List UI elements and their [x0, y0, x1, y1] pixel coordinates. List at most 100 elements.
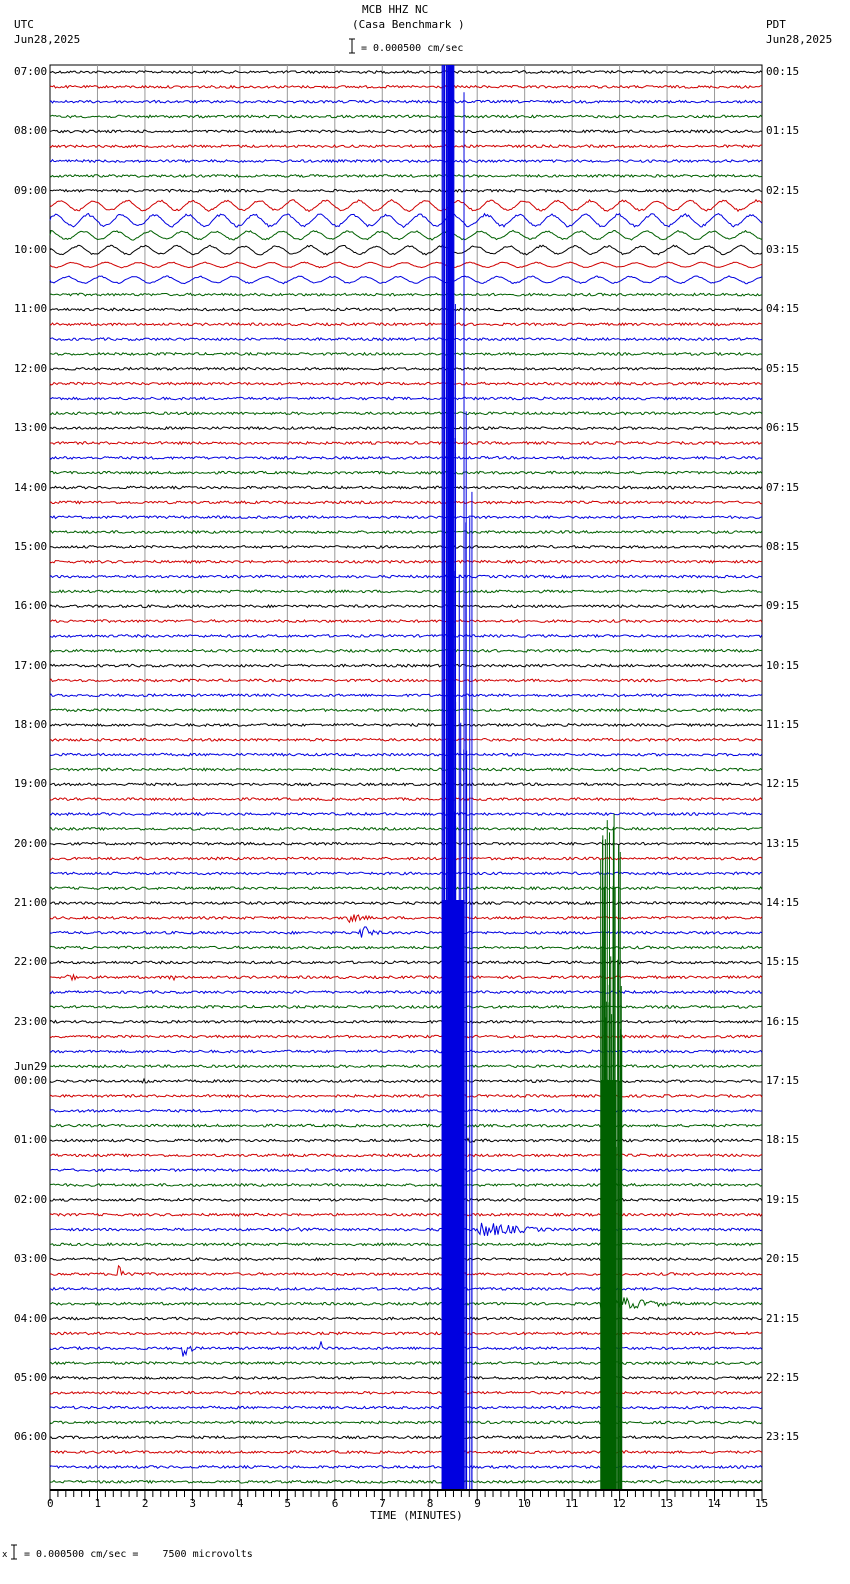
scale-bar-icon	[349, 38, 355, 54]
pdt-hour-label: 17:15	[766, 1074, 800, 1088]
trace-line	[49, 1286, 763, 1292]
x-tick-label: 15	[755, 1497, 769, 1510]
trace-line	[49, 1034, 763, 1039]
trace-line	[49, 198, 763, 213]
trace-line	[49, 663, 763, 668]
trace-line	[49, 960, 762, 965]
pdt-hour-label: 18:15	[766, 1133, 800, 1147]
utc-hour-label: 13:00	[14, 421, 48, 435]
trace-line	[49, 1123, 763, 1128]
trace-line	[49, 782, 763, 787]
x-tick-label: 9	[474, 1497, 481, 1510]
trace-line	[49, 158, 763, 164]
trace-line	[49, 1375, 763, 1381]
trace-line	[49, 973, 763, 982]
x-tick-label: 0	[47, 1497, 54, 1510]
pdt-hour-label: 12:15	[766, 777, 800, 791]
trace-line	[49, 1182, 763, 1188]
trace-line	[49, 470, 763, 475]
trace-line	[49, 871, 763, 876]
trace-line	[49, 173, 763, 179]
trace-line	[49, 914, 763, 924]
trace-line	[49, 529, 763, 535]
trace-line	[49, 1435, 763, 1440]
utc-hour-label: 00:00	[14, 1074, 48, 1088]
utc-hour-label: 06:00	[14, 1430, 48, 1444]
trace-line	[49, 618, 763, 624]
trace-line	[49, 1137, 763, 1145]
pdt-hour-label: 21:15	[766, 1311, 800, 1325]
trace-line	[49, 1019, 763, 1025]
date-change-label: Jun29	[14, 1060, 48, 1074]
utc-hour-label: 03:00	[14, 1252, 48, 1266]
utc-hour-label: 11:00	[14, 302, 48, 316]
trace-line	[49, 1360, 763, 1366]
trace-line	[49, 1405, 763, 1410]
utc-hour-label: 18:00	[14, 717, 48, 731]
helicorder: MCB HHZ NC (Casa Benchmark ) = 0.000500 …	[0, 0, 850, 1584]
trace-line	[49, 1420, 763, 1425]
trace-line	[49, 1108, 763, 1113]
trace-line	[49, 589, 763, 594]
trace-line	[49, 515, 763, 520]
pdt-hour-label: 19:15	[766, 1192, 800, 1206]
pdt-hour-label: 11:15	[766, 717, 800, 731]
quake-waveform-body	[600, 1080, 617, 1490]
trace-line	[49, 351, 763, 356]
utc-hour-label: 04:00	[14, 1311, 48, 1325]
trace-line	[49, 244, 763, 256]
x-tick-label: 7	[379, 1497, 386, 1510]
utc-hour-label: 12:00	[14, 361, 48, 375]
trace-line	[49, 500, 762, 505]
trace-line	[49, 1257, 763, 1262]
trace-line	[49, 544, 763, 549]
pdt-hour-label: 03:15	[766, 243, 800, 257]
x-tick-label: 14	[707, 1497, 721, 1510]
trace-line	[49, 69, 763, 75]
trace-line	[49, 84, 763, 89]
trace-line	[49, 633, 763, 639]
pdt-hour-label: 07:15	[766, 480, 800, 494]
utc-hour-label: 02:00	[14, 1192, 48, 1206]
x-tick-label: 6	[331, 1497, 339, 1510]
trace-line	[49, 648, 763, 653]
pdt-hour-label: 00:15	[766, 65, 800, 78]
utc-hour-label: 20:00	[14, 836, 48, 850]
pdt-hour-label: 23:15	[766, 1430, 800, 1444]
trace-line	[49, 767, 763, 772]
trace-line	[49, 559, 763, 564]
trace-line	[49, 129, 763, 134]
pdt-hour-label: 06:15	[766, 421, 800, 435]
x-tick-label: 3	[189, 1497, 197, 1510]
trace-line	[49, 455, 763, 461]
trace-line	[49, 1222, 763, 1236]
trace-line	[50, 440, 763, 446]
trace-line	[49, 485, 763, 490]
trace-line	[49, 737, 763, 742]
trace-line	[49, 1316, 763, 1321]
utc-hour-label: 14:00	[14, 480, 48, 494]
trace-line	[49, 1168, 763, 1173]
x-tick-label: 4	[236, 1497, 244, 1510]
x-tick-label: 11	[565, 1497, 579, 1510]
trace-line	[49, 1212, 763, 1217]
trace-line	[49, 229, 763, 241]
seismogram-plot	[11, 38, 763, 1560]
trace-line	[49, 797, 763, 802]
trace-line	[49, 188, 763, 193]
trace-line	[49, 945, 763, 950]
x-tick-label: 13	[660, 1497, 674, 1510]
trace-line	[49, 366, 763, 372]
x-tick-label: 5	[284, 1497, 291, 1510]
trace-line	[49, 292, 763, 297]
trace-line	[49, 722, 763, 728]
footer-scale-bar-icon	[11, 1544, 17, 1560]
trace-line	[49, 1341, 763, 1357]
trace-line	[49, 1153, 763, 1158]
pdt-hour-label: 20:15	[766, 1252, 800, 1266]
utc-hour-label: 08:00	[14, 124, 48, 138]
trace-line	[49, 396, 763, 401]
trace-line	[49, 856, 763, 861]
pdt-hour-label: 15:15	[766, 955, 800, 969]
trace-line	[49, 1004, 763, 1010]
